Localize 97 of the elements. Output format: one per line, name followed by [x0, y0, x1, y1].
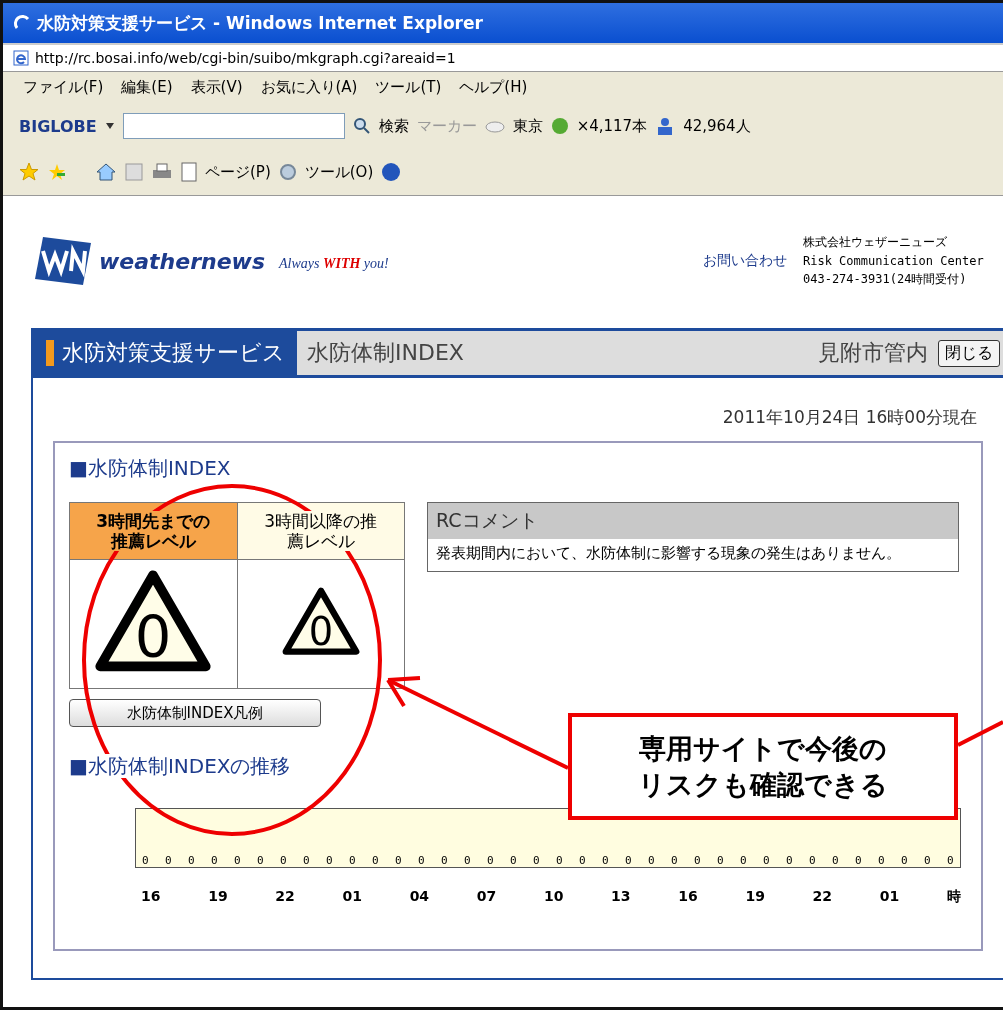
hour-label: 19: [208, 888, 228, 906]
trend-value: 0: [901, 854, 908, 867]
window-title: 水防対策支援サービス - Windows Internet Explorer: [37, 11, 483, 35]
service-title: 水防対策支援サービス: [62, 339, 285, 367]
comment-text: 発表期間内において、水防体制に影響する現象の発生はありません。: [435, 543, 902, 564]
hour-label: 16: [141, 888, 161, 906]
trend-value: 0: [280, 854, 287, 867]
trend-value: 0: [694, 854, 701, 867]
trend-value: 0: [441, 854, 448, 867]
level-value: 0: [134, 603, 172, 671]
dropdown-caret-icon[interactable]: [104, 122, 115, 130]
section-heading: ■水防体制INDEX: [69, 455, 232, 482]
accent-bar: [46, 340, 54, 366]
menu-item[interactable]: ツール(T): [375, 78, 442, 97]
search-field[interactable]: [122, 113, 345, 139]
trend-value: 0: [556, 854, 563, 867]
add-favorite-icon[interactable]: [47, 162, 67, 182]
home-icon[interactable]: [95, 162, 117, 182]
company-info: Risk Communication Center: [803, 254, 985, 268]
trend-value: 0: [464, 854, 471, 867]
trend-value: 0: [740, 854, 747, 867]
trend-value: 0: [188, 854, 195, 867]
menu-item[interactable]: ファイル(F): [23, 78, 104, 97]
trend-value: 0: [303, 854, 310, 867]
trend-value: 0: [418, 854, 425, 867]
company-logo-text: weathernews: [99, 248, 266, 274]
page-menu[interactable]: ページ(P): [205, 162, 271, 182]
toolbar-brand[interactable]: BIGLOBE: [19, 116, 97, 136]
menu-item[interactable]: ヘルプ(H): [459, 78, 528, 97]
cloud-icon: [484, 119, 505, 133]
search-button[interactable]: 検索: [378, 116, 409, 136]
trend-value: 0: [947, 854, 954, 867]
trend-value: 0: [349, 854, 356, 867]
callout-line: リスクも確認できる: [638, 767, 888, 802]
menu-item[interactable]: 表示(V): [190, 78, 243, 97]
trend-value: 0: [326, 854, 333, 867]
weather-city[interactable]: 東京: [512, 116, 543, 136]
hour-label: 22: [275, 888, 295, 906]
trend-value: 0: [855, 854, 862, 867]
trend-value: 0: [234, 854, 241, 867]
company-logo-icon: [35, 237, 91, 285]
trend-value: 0: [832, 854, 839, 867]
comment-heading: RCコメント: [428, 503, 958, 539]
hour-label: 22: [812, 888, 833, 906]
legend-button[interactable]: 水防体制INDEX凡例: [69, 699, 321, 727]
trend-value: 0: [763, 854, 770, 867]
star-icon[interactable]: [19, 162, 39, 182]
trend-value: 0: [142, 854, 149, 867]
callout-line: 専用サイトで今後の: [639, 732, 887, 767]
trend-value: 0: [786, 854, 793, 867]
trend-value: 0: [648, 854, 655, 867]
hour-label: 07: [476, 888, 497, 906]
area-label: 見附市管内: [818, 339, 928, 367]
trend-value: 0: [395, 854, 402, 867]
trend-value: 0: [372, 854, 379, 867]
hour-label: 13: [611, 888, 631, 906]
trend-value: 0: [878, 854, 885, 867]
menu-item[interactable]: 編集(E): [121, 78, 173, 97]
address-field[interactable]: http://rc.bosai.info/web/cgi-bin/suibo/mkgraph.cgi?areaid=1: [35, 50, 456, 66]
unit-label: 時: [946, 888, 961, 906]
column-header: 3時間先までの推薦レベル: [69, 502, 237, 560]
close-button[interactable]: 閉じる: [938, 339, 1000, 367]
company-info: 株式会社ウェザーニューズ: [803, 234, 948, 251]
page-icon[interactable]: [181, 162, 197, 182]
hour-label: 19: [745, 888, 765, 906]
menu-item[interactable]: お気に入り(A): [260, 78, 358, 97]
company-info: 043-274-3931(24時間受付): [803, 271, 968, 288]
globe-icon: [550, 117, 569, 135]
trend-value: 0: [809, 854, 816, 867]
trend-value: 0: [487, 854, 494, 867]
page-title: 水防体制INDEX: [307, 339, 464, 367]
page-icon: [13, 50, 29, 66]
search-icon: [352, 117, 371, 135]
trend-value: 0: [165, 854, 172, 867]
trend-value: 0: [579, 854, 586, 867]
section-heading: ■水防体制INDEXの推移: [69, 754, 291, 778]
hour-label: 16: [678, 888, 698, 906]
trend-value: 0: [602, 854, 609, 867]
trend-value: 0: [924, 854, 931, 867]
people-count: 42,964人: [683, 116, 751, 136]
trend-value: 0: [717, 854, 724, 867]
tools-menu[interactable]: ツール(O): [304, 162, 374, 182]
contact-link[interactable]: お問い合わせ: [703, 252, 787, 270]
trend-value: 0: [625, 854, 632, 867]
hour-label: 04: [409, 888, 430, 906]
trend-value: 0: [510, 854, 517, 867]
timestamp: 2011年10月24日 16時00分現在: [721, 406, 978, 429]
trend-value: 0: [211, 854, 218, 867]
hour-label: 10: [543, 888, 564, 906]
trend-value: 0: [671, 854, 678, 867]
trend-value: 0: [533, 854, 540, 867]
tree-count: ×4,117本: [576, 116, 648, 136]
trend-value: 0: [257, 854, 264, 867]
hour-label: 01: [342, 888, 362, 906]
level-value: 0: [308, 609, 333, 655]
hour-label: 01: [879, 888, 900, 906]
column-header: 3時間以降の推薦レベル: [237, 502, 405, 560]
